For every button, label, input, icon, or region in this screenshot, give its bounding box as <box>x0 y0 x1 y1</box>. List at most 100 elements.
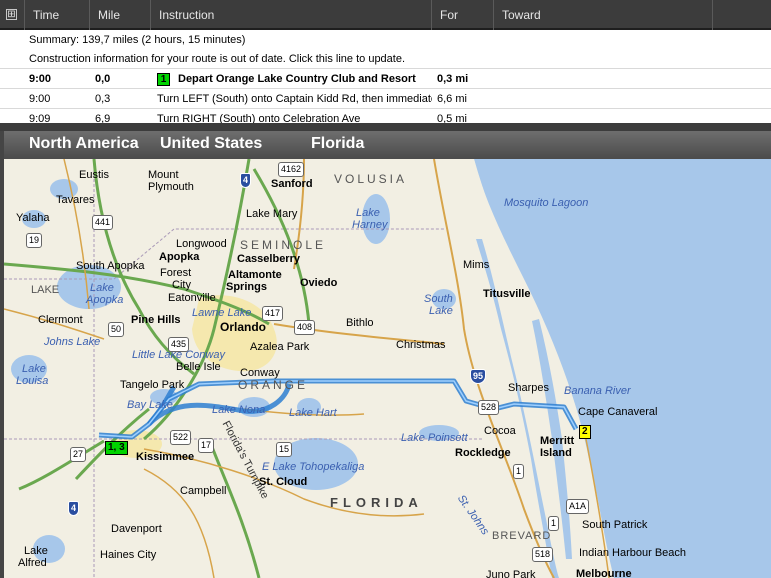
highway-shield: 19 <box>26 233 43 248</box>
city-label: Mims <box>463 259 490 271</box>
water-label: Louisa <box>16 375 49 387</box>
step-mile: 0,3 <box>95 93 111 105</box>
region-label: ORANGE <box>238 378 309 392</box>
water-label: South <box>424 293 453 305</box>
water-label: Apopka <box>86 294 124 306</box>
highway-shield: A1A <box>566 499 590 514</box>
directions-panel: ⊞ Time Mile Instruction For Toward Summa… <box>0 0 771 126</box>
region-label: SEMINOLE <box>240 238 327 252</box>
direction-step-row[interactable]: 9:00 0,3 Turn LEFT (South) onto Captain … <box>0 89 771 109</box>
city-label: Tavares <box>56 194 95 206</box>
city-label: Haines City <box>100 549 157 561</box>
city-label: Melbourne <box>576 568 632 578</box>
construction-update-row[interactable]: Construction information for your route … <box>0 49 771 69</box>
highway-shield: 1 <box>548 516 560 531</box>
breadcrumb-united-states[interactable]: United States <box>160 135 262 153</box>
column-for[interactable]: For <box>431 0 492 30</box>
summary-row: Summary: 139,7 miles (2 hours, 15 minute… <box>0 30 771 50</box>
highway-shield: 1 <box>513 464 525 479</box>
city-label: Mount <box>148 169 179 181</box>
city-label: Longwood <box>176 238 227 250</box>
city-label: Bithlo <box>346 317 374 329</box>
city-label: South Patrick <box>582 519 648 531</box>
city-label: Juno Park <box>486 569 536 578</box>
highway-shield: 435 <box>168 337 190 352</box>
map-canvas[interactable]: VOLUSIA SEMINOLE ORANGE FLORIDA Lake Har… <box>4 159 771 578</box>
city-label: Campbell <box>180 485 227 497</box>
interstate-shield: 4 <box>240 173 252 188</box>
city-label: Forest <box>160 267 192 279</box>
water-label: Lake <box>90 282 114 294</box>
water-label: Lake <box>22 363 46 375</box>
city-label: Davenport <box>111 523 162 535</box>
city-label: Alfred <box>18 557 47 569</box>
route-planner-window: ⊞ Time Mile Instruction For Toward Summa… <box>0 0 771 578</box>
water-label: Bay Lake <box>127 399 173 411</box>
start-flag-icon: 1 <box>157 73 170 86</box>
water-label: Lake Hart <box>289 407 337 419</box>
city-label: Casselberry <box>237 253 300 265</box>
breadcrumb: North America United States Florida <box>4 131 771 159</box>
region-label: FLORIDA <box>330 495 423 510</box>
map-graphic <box>4 159 771 578</box>
city-label: Conway <box>240 367 280 379</box>
end-pin[interactable]: 2 <box>579 425 591 439</box>
city-label: Kissimmee <box>136 451 195 463</box>
summary-text: Summary: 139,7 miles (2 hours, 15 minute… <box>29 34 246 46</box>
city-label: Sharpes <box>508 382 549 394</box>
city-label: Cocoa <box>484 425 516 437</box>
step-instruction: Turn LEFT (South) onto Captain Kidd Rd, … <box>157 93 432 105</box>
water-label: Mosquito Lagoon <box>504 197 589 209</box>
water-label: E Lake Tohopekaliga <box>262 461 365 473</box>
city-label: Plymouth <box>148 181 194 193</box>
column-mile[interactable]: Mile <box>89 0 149 30</box>
highway-shield: 27 <box>70 447 87 462</box>
city-label: South Apopka <box>76 260 145 272</box>
start-pin[interactable]: 1, 3 <box>105 441 128 455</box>
highway-shield: 441 <box>92 215 114 230</box>
direction-step-row[interactable]: 9:00 0,0 1 Depart Orange Lake Country Cl… <box>0 69 771 89</box>
city-label: Island <box>540 447 572 459</box>
column-instruction[interactable]: Instruction <box>150 0 430 30</box>
city-label: Springs <box>226 281 267 293</box>
city-label: Cape Canaveral <box>578 406 658 418</box>
water-label: Banana River <box>564 385 631 397</box>
column-time[interactable]: Time <box>24 0 88 30</box>
city-label: Yalaha <box>16 212 50 224</box>
city-label: Christmas <box>396 339 446 351</box>
city-label: Eustis <box>79 169 109 181</box>
expand-icon[interactable]: ⊞ <box>6 9 17 20</box>
breadcrumb-north-america[interactable]: North America <box>29 135 139 153</box>
city-label: Tangelo Park <box>120 379 185 391</box>
city-label: Orlando <box>220 320 267 334</box>
panel-splitter[interactable] <box>0 123 771 131</box>
highway-shield: 50 <box>108 322 125 337</box>
highway-shield: 15 <box>276 442 293 457</box>
construction-text[interactable]: Construction information for your route … <box>29 49 405 68</box>
column-toward[interactable]: Toward <box>493 0 711 30</box>
city-label: Sanford <box>271 178 313 190</box>
highway-shield: 417 <box>262 306 284 321</box>
city-label: Altamonte <box>228 269 282 281</box>
highway-shield: 522 <box>170 430 192 445</box>
county-label: BREVARD <box>492 530 552 542</box>
city-label: City <box>172 279 191 291</box>
step-instruction: Depart Orange Lake Country Club and Reso… <box>178 73 416 85</box>
city-label: Oviedo <box>300 277 338 289</box>
city-label: Azalea Park <box>250 341 310 353</box>
step-for: 6,6 mi <box>437 93 467 105</box>
city-label: St. Cloud <box>259 476 308 488</box>
city-label: Lake Mary <box>246 208 298 220</box>
water-label: Lake <box>429 305 453 317</box>
interstate-shield: 4 <box>68 501 80 516</box>
region-label: VOLUSIA <box>334 172 408 186</box>
directions-column-header: ⊞ Time Mile Instruction For Toward <box>0 0 771 30</box>
map-panel: North America United States Florida VOLU… <box>0 131 771 578</box>
water-label: Johns Lake <box>44 336 101 348</box>
step-time: 9:00 <box>29 93 51 105</box>
water-label: Lake Poinsett <box>401 432 468 444</box>
breadcrumb-florida[interactable]: Florida <box>311 135 364 153</box>
highway-shield: 518 <box>532 547 554 562</box>
step-for: 0,3 mi <box>437 73 469 85</box>
city-label: Merritt <box>540 435 575 447</box>
